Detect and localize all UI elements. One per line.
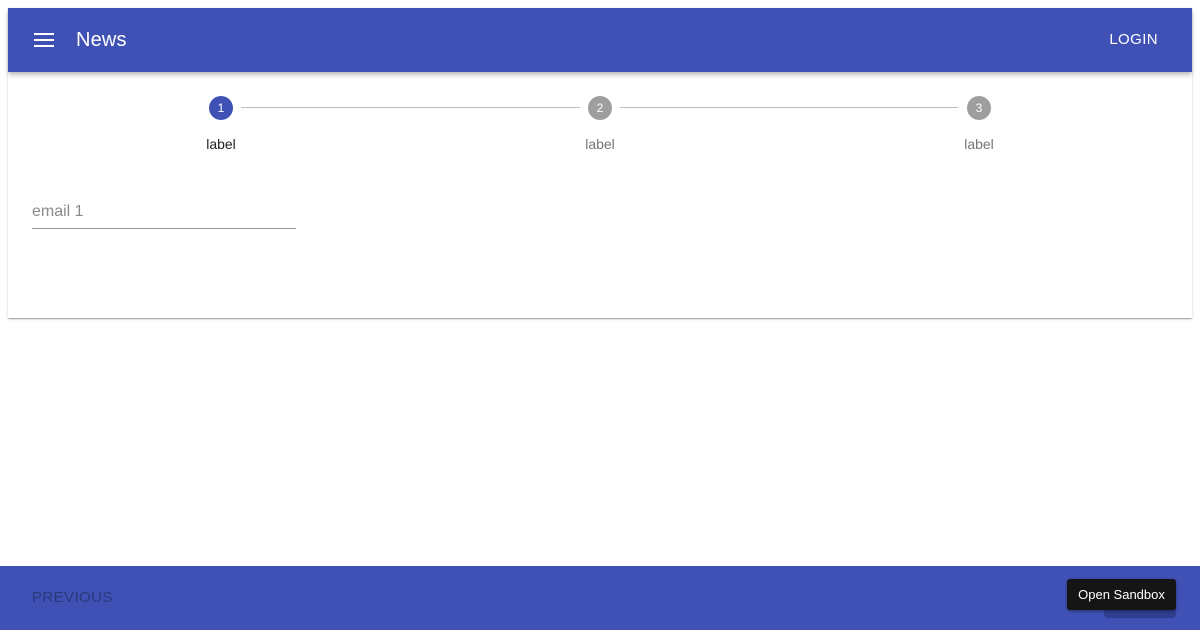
app-title: News: [76, 29, 127, 51]
step-2[interactable]: 2 label: [540, 96, 660, 154]
step-3-label: label: [964, 136, 994, 152]
step-2-number-icon: 2: [588, 96, 612, 120]
menu-icon: [34, 33, 54, 47]
step-3[interactable]: 3 label: [919, 96, 1039, 154]
step-1[interactable]: 1 label: [161, 96, 281, 154]
step-connector-2: [620, 107, 958, 108]
stepper-card: News LOGIN 1 label 2 label 3 label: [8, 8, 1192, 318]
previous-button[interactable]: PREVIOUS: [32, 589, 113, 606]
step-connector-1: [241, 107, 580, 108]
step-2-label: label: [585, 136, 615, 152]
step-3-number-icon: 3: [967, 96, 991, 120]
bottom-navigation-bar: PREVIOUS: [0, 566, 1200, 630]
menu-button[interactable]: [28, 24, 60, 56]
step-1-number-icon: 1: [209, 96, 233, 120]
step-1-label: label: [206, 136, 236, 152]
stepper: 1 label 2 label 3 label: [8, 72, 1192, 162]
app-bar: News LOGIN: [8, 8, 1192, 72]
email-field: [32, 198, 296, 229]
open-sandbox-button[interactable]: Open Sandbox: [1067, 579, 1176, 610]
login-button[interactable]: LOGIN: [1099, 22, 1168, 58]
email-input[interactable]: [32, 198, 296, 226]
